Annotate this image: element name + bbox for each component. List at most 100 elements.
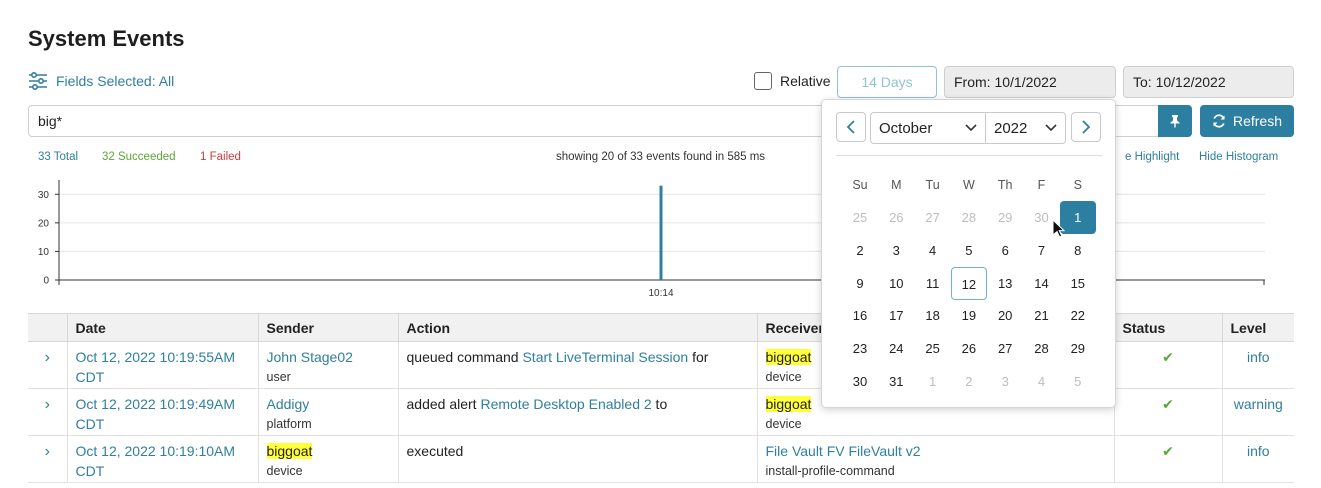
chevron-down-icon: [965, 124, 977, 132]
histogram-y-tick-label: 20: [38, 218, 50, 229]
event-date-tz[interactable]: CDT: [76, 461, 250, 481]
event-sender-type: user: [266, 370, 291, 384]
next-month-button[interactable]: [1071, 112, 1101, 142]
weekday-header: Th: [997, 178, 1013, 192]
relative-label: Relative: [780, 73, 831, 89]
calendar-day[interactable]: 19: [951, 299, 987, 332]
calendar-day[interactable]: 13: [987, 267, 1023, 300]
success-check-icon: ✔: [1113, 341, 1222, 389]
calendar-day[interactable]: 3: [987, 365, 1023, 398]
total-count[interactable]: 33 Total: [38, 151, 78, 163]
column-header-action[interactable]: Action: [397, 313, 757, 342]
column-header-level[interactable]: Level: [1221, 313, 1294, 342]
calendar-day[interactable]: 6: [987, 234, 1023, 267]
calendar-day[interactable]: 27: [987, 332, 1023, 365]
calendar-day[interactable]: 24: [878, 332, 914, 365]
pin-icon: [1170, 115, 1180, 128]
month-select[interactable]: October: [870, 112, 986, 144]
relative-days-input[interactable]: 14 Days: [837, 66, 937, 98]
calendar-day[interactable]: 3: [878, 234, 914, 267]
event-action-link[interactable]: Start LiveTerminal Session: [522, 349, 688, 365]
calendar-day[interactable]: 28: [951, 201, 987, 234]
event-sender[interactable]: Addigy: [267, 394, 390, 414]
table-row[interactable]: › Oct 12, 2022 10:19:10AM CDT biggoat devi…: [28, 435, 1294, 483]
fields-selected-label: Fields Selected: All: [56, 73, 175, 89]
date-picker-popup: October 2022 Su M Tu W Th F S 25 26 27 28 29 30 1 2 3 4 5…: [821, 99, 1116, 408]
event-receiver-type: device: [765, 417, 802, 431]
calendar-day[interactable]: 29: [1060, 332, 1096, 365]
event-date-tz[interactable]: CDT: [76, 367, 250, 387]
event-date-tz[interactable]: CDT: [76, 414, 250, 434]
relative-checkbox[interactable]: [754, 72, 772, 90]
calendar-day[interactable]: 23: [842, 332, 878, 365]
calendar-day[interactable]: 29: [987, 201, 1023, 234]
calendar-day[interactable]: 25: [842, 201, 878, 234]
event-sender-type: platform: [266, 417, 312, 431]
calendar-day[interactable]: 11: [915, 267, 951, 300]
column-header-date[interactable]: Date: [66, 313, 258, 342]
calendar-day[interactable]: 22: [1060, 299, 1096, 332]
calendar-day[interactable]: 1: [915, 365, 951, 398]
calendar-day[interactable]: 25: [915, 332, 951, 365]
event-date[interactable]: Oct 12, 2022 10:19:55AM: [76, 347, 250, 367]
event-receiver[interactable]: biggoat: [765, 349, 812, 365]
from-date-input[interactable]: From: 10/1/2022: [944, 66, 1116, 98]
calendar-day[interactable]: 5: [1060, 365, 1096, 398]
histogram-y-tick-label: 30: [38, 190, 50, 201]
event-receiver[interactable]: biggoat: [765, 396, 812, 412]
failed-count[interactable]: 1 Failed: [200, 151, 241, 163]
calendar-day[interactable]: 27: [915, 201, 951, 234]
calendar-day[interactable]: 18: [915, 299, 951, 332]
calendar-day[interactable]: 12: [950, 266, 987, 300]
calendar-day[interactable]: 15: [1060, 267, 1096, 300]
calendar-day[interactable]: 17: [878, 299, 914, 332]
pin-button[interactable]: [1158, 105, 1192, 137]
histogram-bar[interactable]: [659, 185, 663, 280]
column-header-sender[interactable]: Sender: [257, 313, 398, 342]
results-summary: showing 20 of 33 events found in 585 ms: [556, 151, 766, 163]
expand-row-icon[interactable]: ›: [45, 349, 50, 366]
calendar-day[interactable]: 4: [1024, 365, 1060, 398]
event-action-text: queued command: [406, 349, 523, 365]
calendar-day[interactable]: 5: [951, 234, 987, 267]
event-action-link[interactable]: Remote Desktop Enabled 2: [480, 396, 651, 412]
expand-row-icon[interactable]: ›: [45, 443, 50, 460]
prev-month-button[interactable]: [836, 112, 866, 142]
calendar-day[interactable]: 26: [878, 201, 914, 234]
event-date[interactable]: Oct 12, 2022 10:19:49AM: [76, 394, 250, 414]
calendar-day[interactable]: 31: [878, 365, 914, 398]
relative-toggle[interactable]: Relative: [754, 72, 831, 90]
year-select[interactable]: 2022: [986, 112, 1066, 144]
histogram-x-tick-label: 10:14: [648, 288, 673, 299]
calendar-day[interactable]: 2: [842, 234, 878, 267]
calendar-day[interactable]: 16: [842, 299, 878, 332]
event-date[interactable]: Oct 12, 2022 10:19:10AM: [76, 441, 250, 461]
hide-histogram-link[interactable]: Hide Histogram: [1199, 151, 1278, 163]
refresh-button[interactable]: Refresh: [1200, 105, 1294, 137]
calendar-day[interactable]: 30: [842, 365, 878, 398]
expand-row-icon[interactable]: ›: [45, 396, 50, 413]
weekday-header: F: [1037, 178, 1046, 192]
event-sender[interactable]: John Stage02: [267, 347, 390, 367]
calendar-day[interactable]: 9: [842, 267, 878, 300]
calendar-day[interactable]: 26: [951, 332, 987, 365]
weekday-header: M: [891, 178, 902, 192]
calendar-day[interactable]: 14: [1024, 267, 1060, 300]
succeeded-count[interactable]: 32 Succeeded: [102, 151, 176, 163]
column-header-status[interactable]: Status: [1113, 313, 1222, 342]
highlight-toggle-link[interactable]: e Highlight: [1125, 151, 1179, 163]
event-level[interactable]: info: [1221, 435, 1294, 483]
event-level[interactable]: info: [1221, 341, 1294, 389]
to-date-input[interactable]: To: 10/12/2022: [1123, 66, 1294, 98]
calendar-day[interactable]: 20: [987, 299, 1023, 332]
calendar-day[interactable]: 21: [1024, 299, 1060, 332]
fields-selected-button[interactable]: Fields Selected: All: [28, 72, 174, 90]
calendar-day[interactable]: 10: [878, 267, 914, 300]
success-check-icon: ✔: [1113, 388, 1222, 436]
calendar-day[interactable]: 2: [951, 365, 987, 398]
event-sender[interactable]: biggoat: [266, 443, 313, 459]
calendar-day[interactable]: 28: [1024, 332, 1060, 365]
calendar-day[interactable]: 4: [915, 234, 951, 267]
event-level[interactable]: warning: [1221, 388, 1294, 436]
event-receiver[interactable]: File Vault FV FileVault v2: [766, 441, 1106, 461]
